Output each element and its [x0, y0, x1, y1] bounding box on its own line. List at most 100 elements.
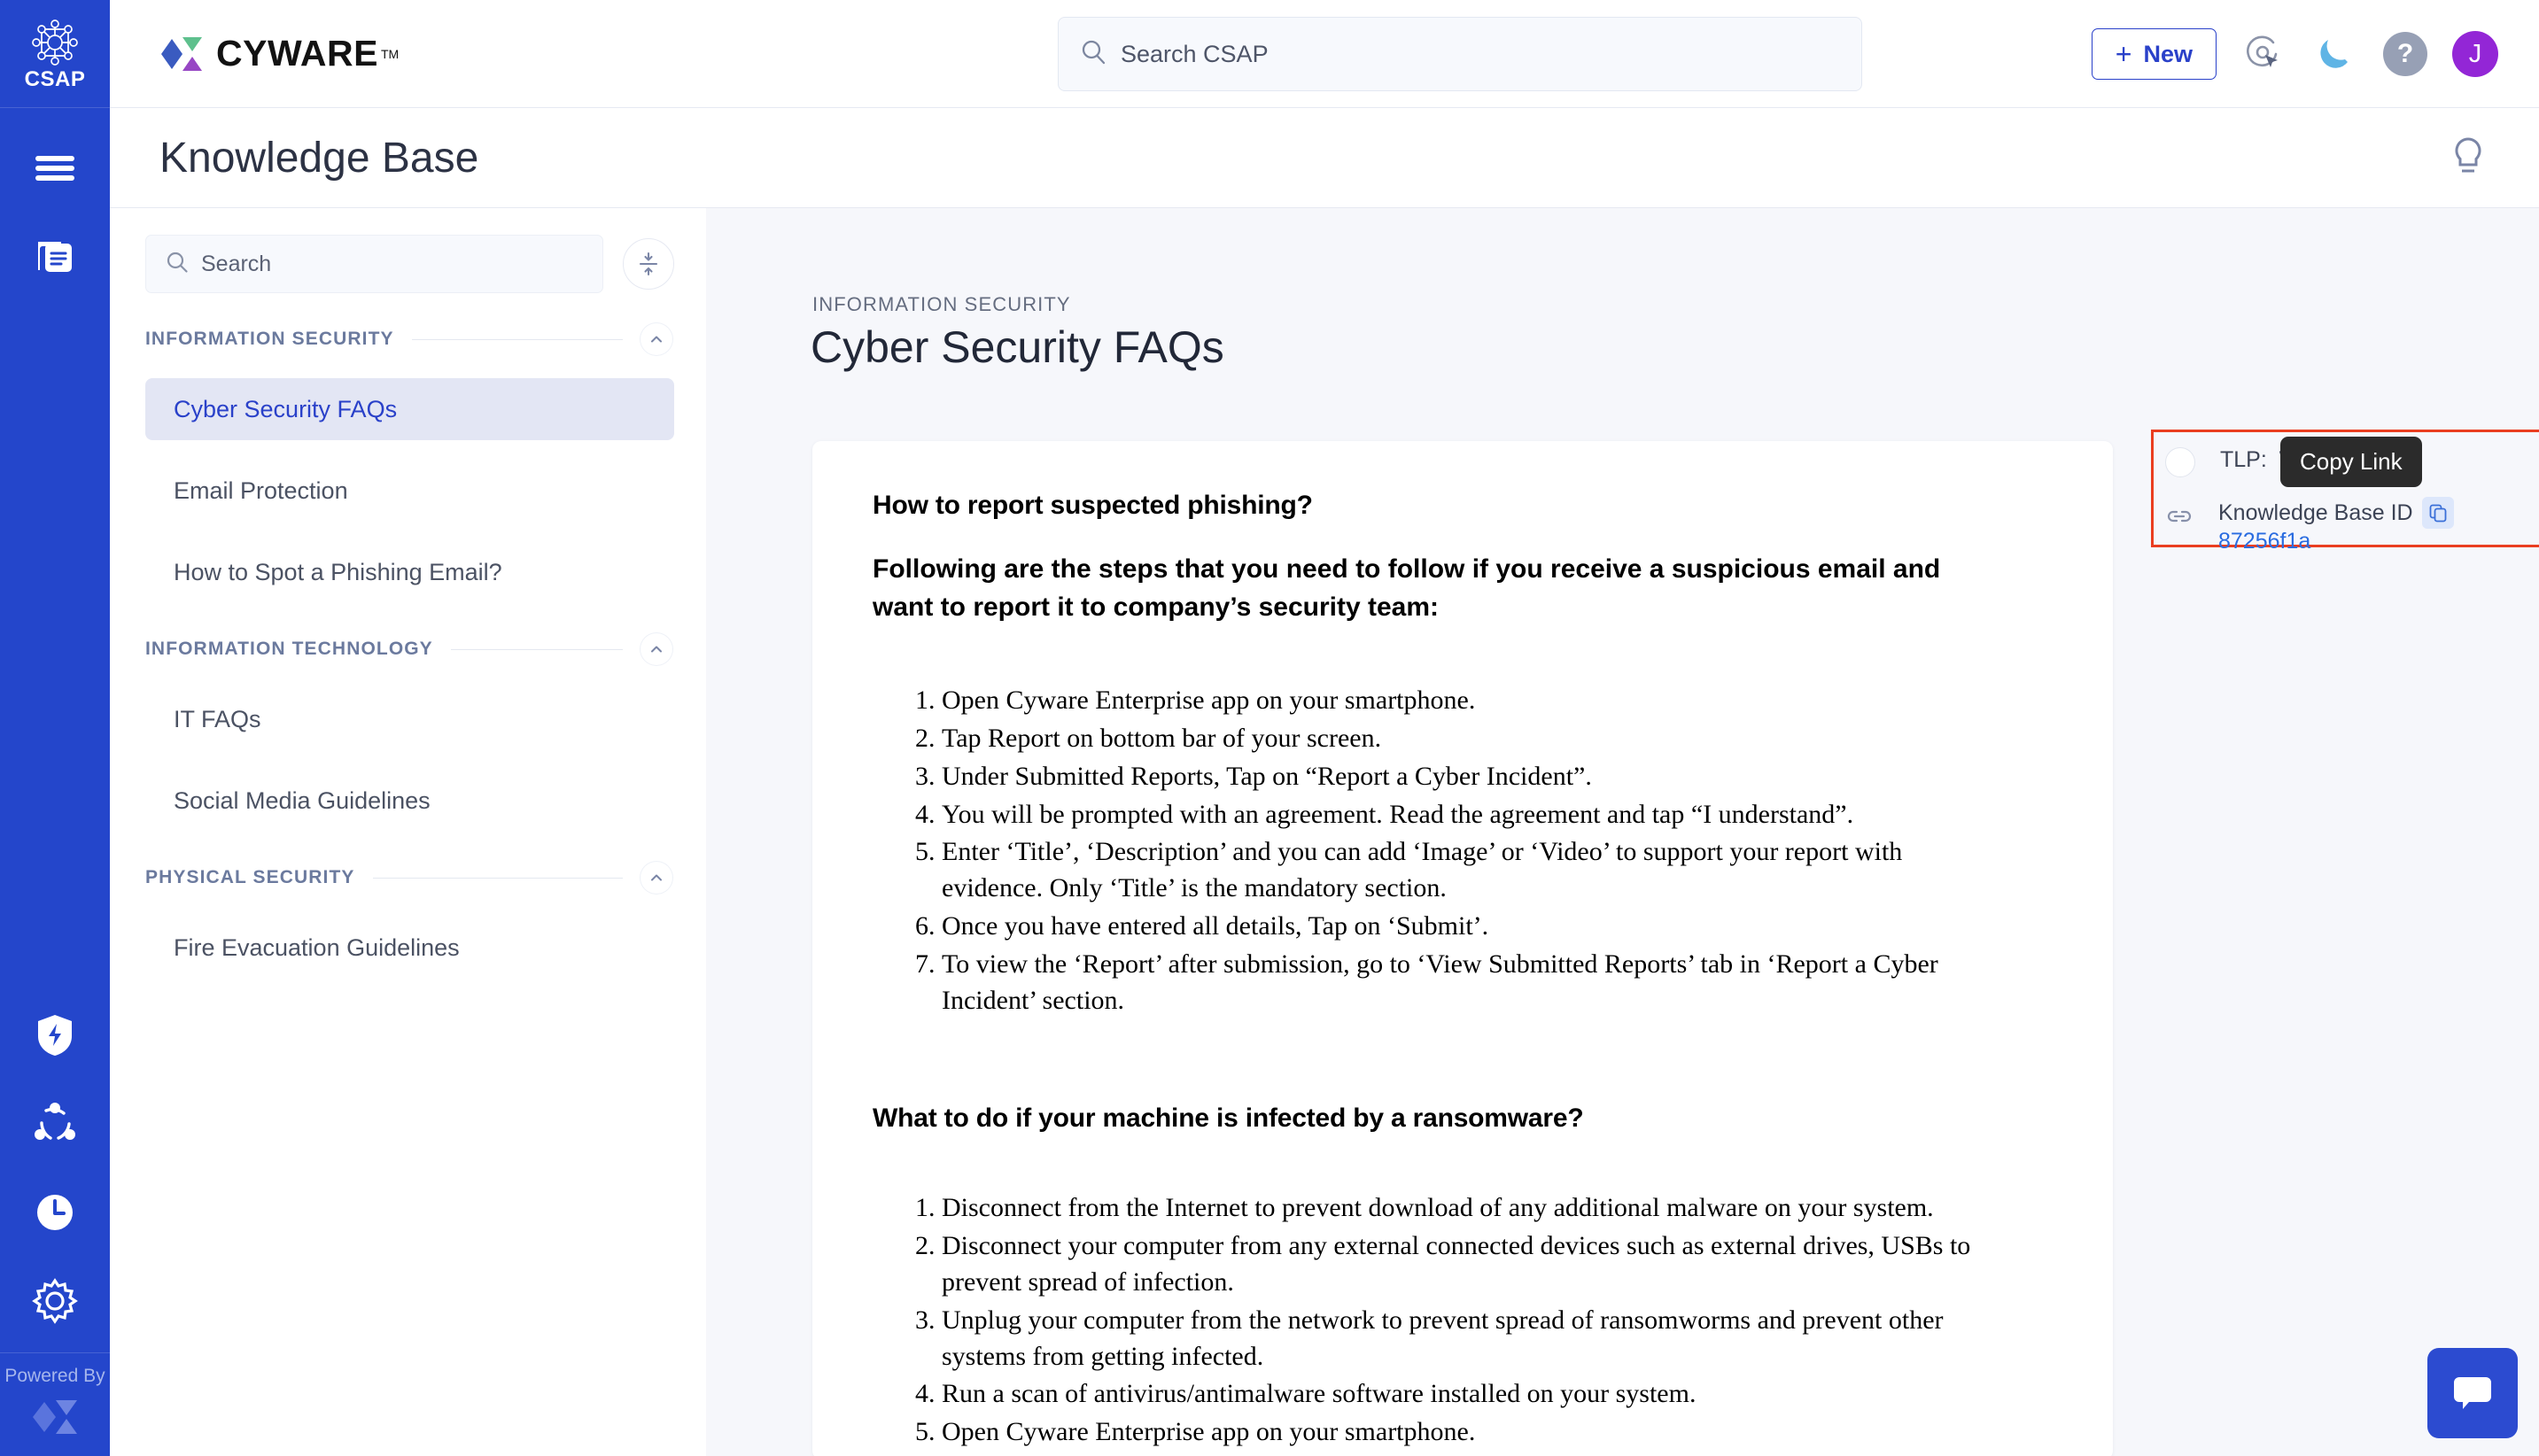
nav-item-label: How to Spot a Phishing Email? — [174, 559, 502, 586]
nav-group-header[interactable]: INFORMATION TECHNOLOGY — [110, 630, 706, 669]
nav-group-label: INFORMATION SECURITY — [145, 329, 394, 350]
page-title: Knowledge Base — [159, 134, 478, 182]
cyware-logo-icon — [159, 34, 206, 74]
lightbulb-icon[interactable] — [2447, 135, 2489, 185]
page-title-bar: Knowledge Base — [110, 108, 2539, 208]
topbar-actions: + New ? J — [2092, 0, 2498, 108]
copy-link-tooltip: Copy Link — [2280, 437, 2422, 487]
list-item: You will be prompted with an agreement. … — [942, 797, 2007, 833]
list-item: Open Cyware Enterprise app on your smart… — [942, 1414, 2007, 1451]
divider — [412, 339, 623, 340]
copy-link-button[interactable] — [2422, 497, 2454, 529]
list-item: Under Submitted Reports, Tap on “Report … — [942, 759, 2007, 795]
list-item: Tap Report on bottom bar of your screen. — [942, 721, 2007, 757]
divider — [451, 649, 623, 650]
sidebar-item-email-protection[interactable]: Email Protection — [145, 460, 674, 522]
article-section1-heading: How to report suspected phishing? — [873, 491, 2053, 521]
new-button[interactable]: + New — [2092, 28, 2217, 80]
kb-id-label: Knowledge Base ID — [2218, 500, 2413, 526]
top-header-bar: CYWARE TM Search CSAP + New — [110, 0, 2539, 108]
search-icon — [166, 251, 189, 278]
article-body: How to report suspected phishing? Follow… — [812, 441, 2113, 1456]
global-search-input[interactable]: Search CSAP — [1058, 17, 1862, 91]
nav-item-label: Email Protection — [174, 477, 348, 505]
tlp-label: TLP: — [2220, 447, 2267, 472]
trademark-mark: TM — [381, 47, 399, 61]
powered-by-block: Powered By — [0, 1352, 110, 1456]
nav-group-label: INFORMATION TECHNOLOGY — [145, 639, 433, 660]
knowledge-base-nav-panel: Search INFORMATION SECURITY — [110, 208, 706, 1456]
rail-brand[interactable]: CSAP — [0, 0, 110, 108]
sidebar-item-social-media-guidelines[interactable]: Social Media Guidelines — [145, 770, 674, 832]
sidebar-item-how-to-spot-a-phishing-email[interactable]: How to Spot a Phishing Email? — [145, 541, 674, 603]
list-item: Open Cyware Enterprise app on your smart… — [942, 683, 2007, 719]
new-button-label: New — [2143, 41, 2193, 68]
article-card: How to report suspected phishing? Follow… — [812, 441, 2113, 1456]
kb-id-label-row: Knowledge Base ID — [2218, 497, 2454, 529]
nav-search-row: Search — [110, 208, 706, 293]
nav-group-label: PHYSICAL SECURITY — [145, 867, 355, 888]
list-item: Unplug your computer from the network to… — [942, 1303, 2007, 1375]
link-chain-icon — [2163, 500, 2195, 532]
chat-bubble-button[interactable] — [2427, 1348, 2518, 1438]
nav-group: INFORMATION SECURITY Cyber Security FAQs… — [110, 320, 706, 603]
csap-network-logo-icon — [30, 18, 80, 67]
article-meta-panel: TLP:WHITE Knowledge Base ID — [2151, 430, 2539, 547]
list-item: Once you have entered all details, Tap o… — [942, 909, 2007, 945]
breadcrumb: INFORMATION SECURITY — [812, 293, 1071, 316]
guided-tour-icon[interactable] — [2241, 31, 2287, 77]
sidebar-item-it-faqs[interactable]: IT FAQs — [145, 688, 674, 750]
rail-product-label: CSAP — [25, 69, 86, 90]
hamburger-menu-icon[interactable] — [28, 142, 82, 195]
sidebar-item-cyber-security-faqs[interactable]: Cyber Security FAQs — [145, 378, 674, 440]
knowledge-base-id-row: Knowledge Base ID 87256f1a — [2163, 497, 2454, 554]
rail-bottom-icons: Powered By — [0, 1009, 110, 1456]
nav-group: PHYSICAL SECURITY Fire Evacuation Guidel… — [110, 858, 706, 979]
chevron-up-icon[interactable] — [641, 633, 672, 665]
cyware-x-mark-icon — [29, 1395, 81, 1444]
list-item: Enter ‘Title’, ‘Description’ and you can… — [942, 834, 2007, 907]
nav-item-label: IT FAQs — [174, 706, 261, 733]
threat-shield-icon[interactable] — [28, 1009, 82, 1062]
cyware-logo-text: CYWARE — [216, 35, 378, 72]
list-item: Disconnect your computer from any extern… — [942, 1228, 2007, 1301]
rail-top-icons — [28, 142, 82, 283]
article-title: Cyber Security FAQs — [811, 321, 1224, 373]
list-item: To view the ‘Report’ after submission, g… — [942, 947, 2007, 1019]
list-item: Go to Report Incident. — [942, 1452, 2007, 1456]
article-section2-steps: Disconnect from the Internet to prevent … — [912, 1190, 2007, 1456]
chevron-up-icon[interactable] — [641, 323, 672, 355]
knowledge-base-documents-icon[interactable] — [28, 230, 82, 283]
recent-history-clock-icon[interactable] — [28, 1186, 82, 1239]
dark-mode-moon-icon[interactable] — [2312, 31, 2358, 77]
nav-group-header[interactable]: PHYSICAL SECURITY — [110, 858, 706, 897]
kb-id-body: Knowledge Base ID 87256f1a — [2218, 497, 2454, 554]
cyware-logo[interactable]: CYWARE TM — [159, 34, 399, 74]
article-section1-intro: Following are the steps that you need to… — [873, 551, 1991, 626]
search-icon — [1080, 39, 1106, 70]
nav-item-label: Fire Evacuation Guidelines — [174, 934, 460, 962]
kb-id-value[interactable]: 87256f1a — [2218, 529, 2310, 554]
chevron-up-icon[interactable] — [641, 862, 672, 894]
sidebar-item-fire-evacuation-guidelines[interactable]: Fire Evacuation Guidelines — [145, 917, 674, 979]
nav-item-label: Cyber Security FAQs — [174, 396, 397, 423]
user-avatar[interactable]: J — [2452, 31, 2498, 77]
left-icon-rail: CSAP — [0, 0, 110, 1456]
nav-search-placeholder: Search — [201, 252, 271, 277]
settings-gear-icon[interactable] — [28, 1274, 82, 1328]
powered-by-label: Powered By — [4, 1364, 105, 1388]
share-network-icon[interactable] — [28, 1097, 82, 1150]
app-root: CSAP — [0, 0, 2539, 1456]
help-icon[interactable]: ? — [2383, 32, 2427, 76]
plus-icon: + — [2116, 40, 2132, 68]
divider — [373, 878, 623, 879]
article-section2-heading: What to do if your machine is infected b… — [873, 1104, 2053, 1134]
tlp-white-dot-icon — [2165, 447, 2195, 477]
nav-item-label: Social Media Guidelines — [174, 787, 431, 815]
chat-bubble-icon — [2448, 1367, 2497, 1421]
global-search-placeholder: Search CSAP — [1121, 41, 1269, 68]
nav-group-header[interactable]: INFORMATION SECURITY — [110, 320, 706, 359]
nav-search-input[interactable]: Search — [145, 235, 603, 293]
collapse-all-icon[interactable] — [623, 238, 674, 290]
list-item: Run a scan of antivirus/antimalware soft… — [942, 1376, 2007, 1413]
